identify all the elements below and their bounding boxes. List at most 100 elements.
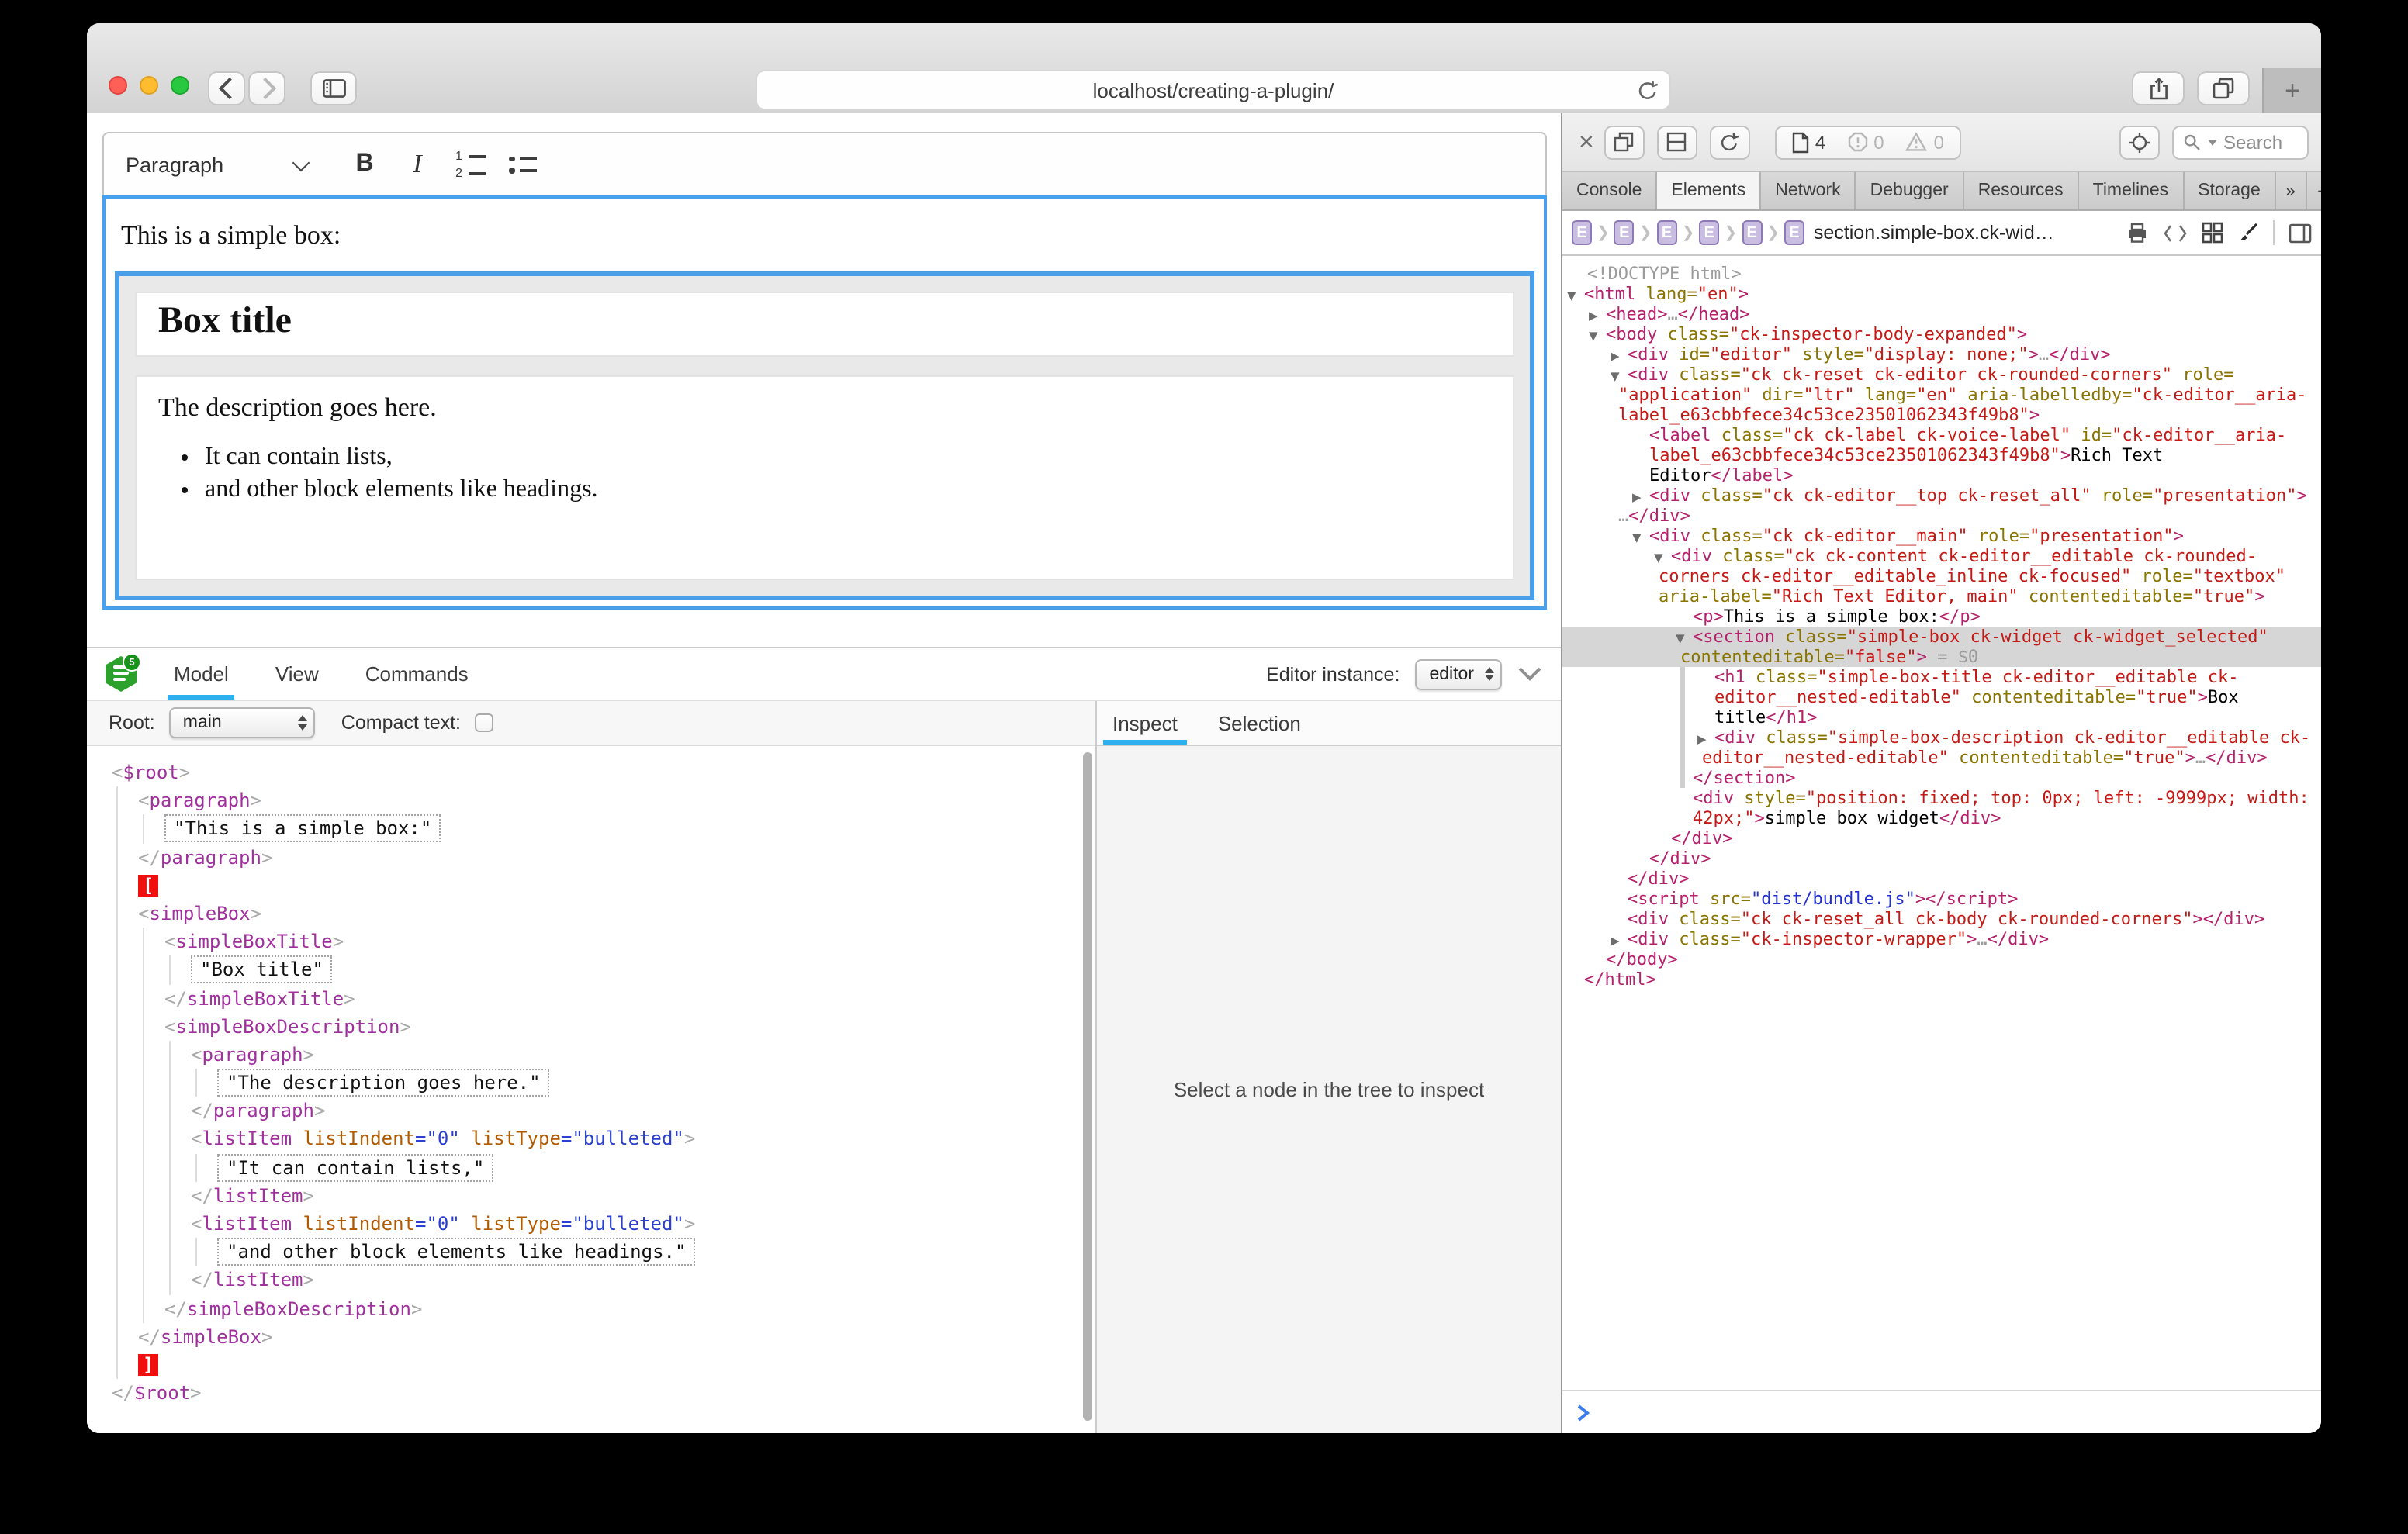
duplicate-window-button[interactable] xyxy=(1604,125,1645,159)
expand-node-icon[interactable]: ▶ xyxy=(1697,729,1707,749)
close-devtools-button[interactable]: ✕ xyxy=(1578,130,1595,154)
dom-tree-row[interactable]: </body> xyxy=(1562,949,2321,969)
dom-tree-row[interactable]: contenteditable="false"> = $0 xyxy=(1562,647,2321,667)
new-tab-button[interactable]: + xyxy=(2262,68,2321,113)
dom-tree-row[interactable]: ▶<head>…</head> xyxy=(1562,304,2321,324)
model-tree-row[interactable]: <simpleBox> xyxy=(87,900,1095,928)
element-badge-icon[interactable]: E xyxy=(1784,220,1804,245)
model-tree-row[interactable]: </listItem> xyxy=(87,1266,1095,1294)
dom-tree-row[interactable]: title</h1> xyxy=(1562,707,2321,727)
editor-editable-area[interactable]: This is a simple box: Box title The desc… xyxy=(102,195,1547,610)
tab-view[interactable]: View xyxy=(275,648,319,700)
dom-tree-row[interactable]: Editor</label> xyxy=(1562,465,2321,485)
expand-node-icon[interactable]: ▶ xyxy=(1632,487,1642,507)
dom-tree-row[interactable]: </div> xyxy=(1562,828,2321,848)
tab-timelines[interactable]: Timelines xyxy=(2079,172,2185,209)
tab-overview-button[interactable] xyxy=(2197,71,2250,105)
forward-button[interactable] xyxy=(248,71,285,105)
styles-brush-button[interactable] xyxy=(2237,222,2259,244)
sidebar-toggle-button[interactable] xyxy=(310,71,357,105)
dock-side-button[interactable] xyxy=(1657,125,1697,159)
model-tree-row[interactable]: <simpleBoxTitle> xyxy=(87,928,1095,955)
error-count[interactable]: 0 xyxy=(1873,131,1884,153)
element-badge-icon[interactable]: E xyxy=(1572,220,1592,245)
italic-button[interactable]: I xyxy=(397,144,438,185)
minimize-window-button[interactable] xyxy=(140,76,158,95)
model-tree-row[interactable]: "Box title" xyxy=(87,956,1095,984)
simple-box-widget[interactable]: Box title The description goes here. It … xyxy=(115,271,1534,600)
tab-elements[interactable]: Elements xyxy=(1657,172,1761,209)
dom-tree-row[interactable]: label_e63cbbfece34c53ce23501062343f49b8"… xyxy=(1562,445,2321,465)
dom-tree-row[interactable]: 42px;">simple box widget</div> xyxy=(1562,808,2321,828)
zoom-window-button[interactable] xyxy=(171,76,189,95)
model-tree-row[interactable]: </paragraph> xyxy=(87,843,1095,871)
dom-tree-row[interactable]: ▶<div class="ck-inspector-wrapper">…</di… xyxy=(1562,929,2321,949)
model-tree-row[interactable]: <paragraph> xyxy=(87,1041,1095,1069)
back-button[interactable] xyxy=(208,71,245,105)
print-button[interactable] xyxy=(2126,222,2149,244)
dom-tree-row[interactable]: ▶<div id="editor" style="display: none;"… xyxy=(1562,344,2321,364)
details-sidebar-toggle-button[interactable] xyxy=(2289,223,2312,243)
tab-inspect[interactable]: Inspect xyxy=(1112,701,1178,745)
address-bar[interactable]: localhost/creating-a-plugin/ xyxy=(756,70,1671,110)
more-tabs-button[interactable]: » xyxy=(2276,172,2307,209)
add-tab-button[interactable]: + xyxy=(2307,172,2321,209)
dom-tree-row[interactable]: label_e63cbbfece34c53ce23501062343f49b8"… xyxy=(1562,405,2321,425)
tab-console[interactable]: Console xyxy=(1562,172,1657,209)
model-tree-row[interactable]: </listItem> xyxy=(87,1182,1095,1210)
model-tree-row[interactable]: </simpleBoxTitle> xyxy=(87,984,1095,1012)
dom-tree-row[interactable]: </div> xyxy=(1562,869,2321,889)
grid-overlay-button[interactable] xyxy=(2202,222,2223,244)
simple-box-description[interactable]: The description goes here. It can contai… xyxy=(135,375,1514,580)
model-tree-row[interactable]: <$root> xyxy=(87,758,1095,786)
tab-debugger[interactable]: Debugger xyxy=(1856,172,1964,209)
dom-tree-row[interactable]: editor__nested-editable" contenteditable… xyxy=(1562,687,2321,707)
dom-tree-row[interactable]: ▼<html lang="en"> xyxy=(1562,284,2321,304)
dom-tree-row[interactable]: ▼<body class="ck-inspector-body-expanded… xyxy=(1562,324,2321,344)
devtools-search-field[interactable]: Search xyxy=(2172,125,2309,159)
root-select[interactable]: main xyxy=(169,707,315,738)
dom-tree-row[interactable]: <!DOCTYPE html> xyxy=(1562,264,2321,284)
element-badge-icon[interactable]: E xyxy=(1699,220,1719,245)
collapse-node-icon[interactable]: ▼ xyxy=(1632,527,1642,548)
tab-storage[interactable]: Storage xyxy=(2184,172,2276,209)
model-tree-row[interactable]: </$root> xyxy=(87,1379,1095,1407)
dom-tree-row[interactable]: ▼<section class="simple-box ck-widget ck… xyxy=(1562,627,2321,647)
model-tree-row[interactable]: <paragraph> xyxy=(87,786,1095,814)
model-tree-row[interactable]: <listItem listIndent="0" listType="bulle… xyxy=(87,1125,1095,1153)
model-tree-row[interactable]: </simpleBoxDescription> xyxy=(87,1294,1095,1322)
editor-instance-select[interactable]: editor xyxy=(1415,658,1502,689)
element-badge-icon[interactable]: E xyxy=(1657,220,1677,245)
warning-count[interactable]: 0 xyxy=(1934,131,1944,153)
model-tree-row[interactable]: <simpleBoxDescription> xyxy=(87,1012,1095,1040)
model-tree-row[interactable]: "This is a simple box:" xyxy=(87,815,1095,843)
collapse-node-icon[interactable]: ▼ xyxy=(1611,366,1620,386)
model-tree-row[interactable]: [ xyxy=(87,872,1095,900)
model-tree-row[interactable]: ] xyxy=(87,1351,1095,1379)
bold-button[interactable]: B xyxy=(344,144,385,185)
reload-button[interactable] xyxy=(1637,79,1659,102)
dom-tree-row[interactable]: <p>This is a simple box:</p> xyxy=(1562,606,2321,627)
expand-node-icon[interactable]: ▶ xyxy=(1589,306,1598,326)
element-badge-icon[interactable]: E xyxy=(1742,220,1762,245)
tab-commands[interactable]: Commands xyxy=(365,648,469,700)
element-picker-button[interactable] xyxy=(2119,125,2160,159)
collapse-node-icon[interactable]: ▼ xyxy=(1654,548,1663,568)
dom-tree-row[interactable]: …</div> xyxy=(1562,506,2321,526)
model-tree-row[interactable]: "and other block elements like headings.… xyxy=(87,1238,1095,1266)
dom-tree-row[interactable]: corners ck-editor__editable_inline ck-fo… xyxy=(1562,566,2321,586)
tab-resources[interactable]: Resources xyxy=(1964,172,2079,209)
dom-tree-row[interactable]: ▼<div class="ck ck-content ck-editor__ed… xyxy=(1562,546,2321,566)
dom-tree-row[interactable]: </section> xyxy=(1562,768,2321,788)
collapse-node-icon[interactable]: ▼ xyxy=(1676,628,1685,648)
tab-model[interactable]: Model xyxy=(174,648,229,700)
dom-tree-row[interactable]: editor__nested-editable" contenteditable… xyxy=(1562,748,2321,768)
dom-tree-row[interactable]: <div style="position: fixed; top: 0px; l… xyxy=(1562,788,2321,808)
dom-tree-row[interactable]: ▶<div class="simple-box-description ck-e… xyxy=(1562,727,2321,748)
bulleted-list-button[interactable] xyxy=(503,144,543,185)
dom-tree-row[interactable]: <div class="ck ck-reset_all ck-body ck-r… xyxy=(1562,909,2321,929)
dom-tree-row[interactable]: <label class="ck ck-label ck-voice-label… xyxy=(1562,425,2321,445)
model-tree-row[interactable]: </paragraph> xyxy=(87,1097,1095,1125)
numbered-list-button[interactable]: 1 2 xyxy=(450,144,490,185)
source-code-button[interactable] xyxy=(2163,223,2188,243)
